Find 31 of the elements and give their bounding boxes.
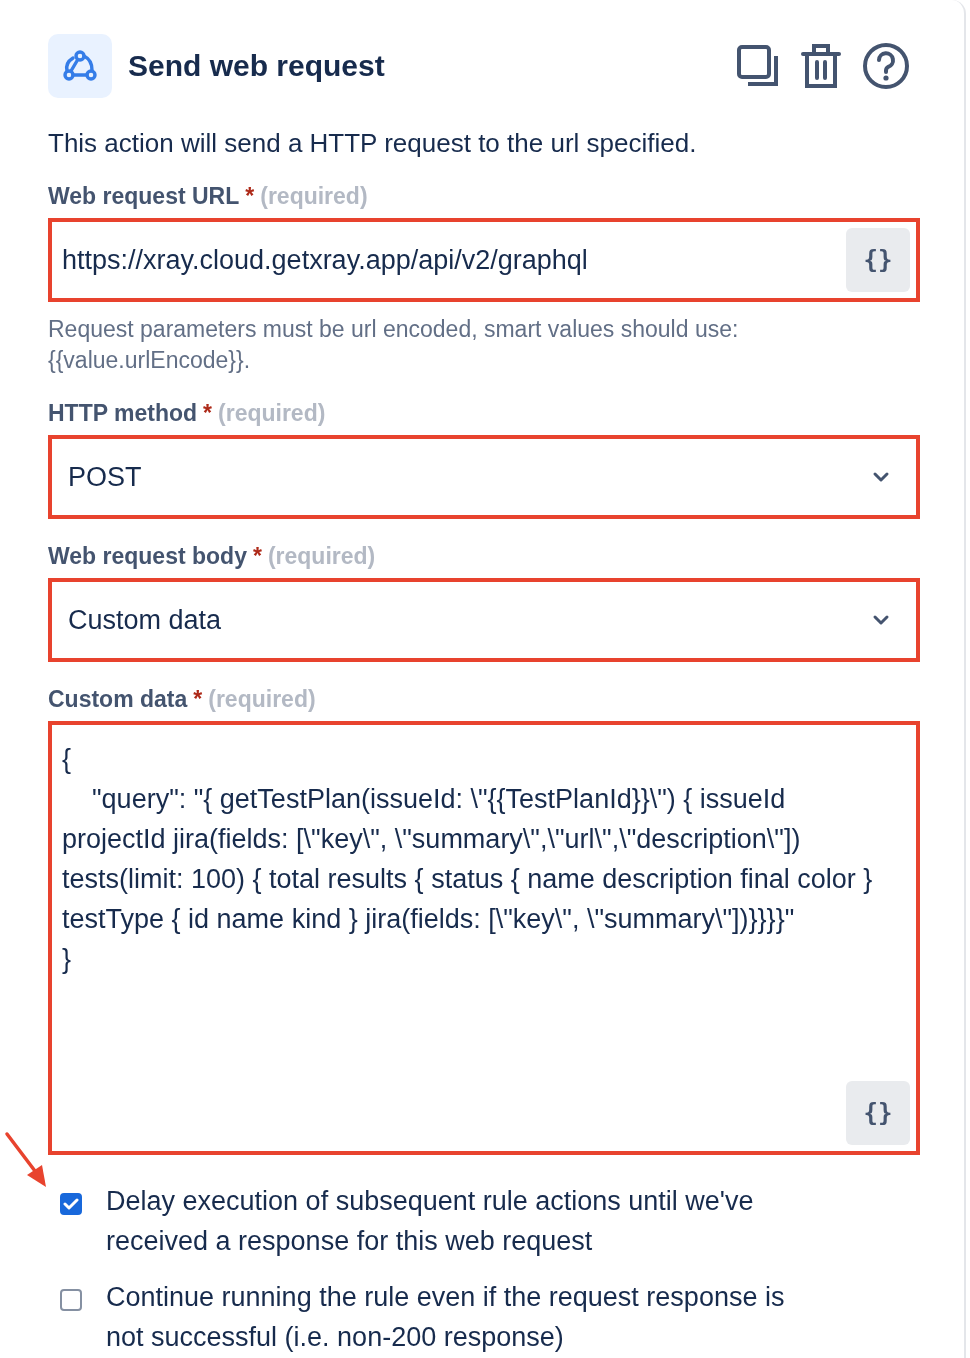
trash-icon[interactable] — [800, 42, 842, 90]
checkbox-label: Continue running the rule even if the request response is not successful (i.e. non-200 response) — [106, 1281, 786, 1354]
required-asterisk: * — [252, 543, 262, 570]
webhook-icon — [48, 34, 112, 98]
required-asterisk: * — [193, 686, 203, 713]
required-note: (required) — [208, 686, 316, 713]
select-field[interactable]: POST — [48, 435, 920, 519]
url-field[interactable]: https://xray.cloud.getxray.app/api/v2/graphql {} — [48, 218, 920, 302]
field-label: Custom data — [48, 686, 188, 713]
checkbox[interactable] — [60, 1289, 82, 1311]
panel-title: Send web request — [128, 49, 386, 83]
select-field[interactable]: Custom data — [48, 578, 920, 662]
help-icon[interactable] — [862, 42, 910, 90]
copy-icon[interactable] — [736, 44, 780, 88]
checkbox-label: Delay execution of subsequent rule actions until we've received a response for this web request — [106, 1185, 755, 1258]
required-asterisk: * — [245, 183, 255, 210]
required-note: (required) — [267, 543, 376, 570]
field-label: Web request URL — [48, 183, 240, 210]
required-note: (required) — [260, 183, 368, 210]
smart-value-button[interactable]: {} — [846, 1081, 910, 1145]
chevron-down-icon — [872, 471, 890, 483]
help-text: Request parameters must be url encoded, smart values should use: {{value.urlEncode}}. — [48, 315, 740, 375]
custom-data-textarea[interactable]: { "query": "{ getTestPlan(issueId: \"{{TestPlanId}}\") { issueId projectId jira(fields: [\"key\", \"summary\",\"url\",\"description\"]) tests(limit: 100) { total results { status { name description final color } testType { id name kind } jira(fields: [\"key\", \"summary\"])}}}}" } — [62, 739, 886, 979]
field-label: HTTP method — [48, 400, 198, 427]
required-note: (required) — [218, 400, 326, 427]
checkbox[interactable] — [60, 1193, 82, 1215]
required-asterisk: * — [203, 400, 213, 427]
smart-value-button[interactable]: {} — [846, 228, 910, 292]
description-text: This action will send a HTTP request to the url specified. — [48, 128, 698, 159]
field-label: Web request body — [48, 543, 247, 570]
chevron-down-icon — [872, 614, 890, 626]
